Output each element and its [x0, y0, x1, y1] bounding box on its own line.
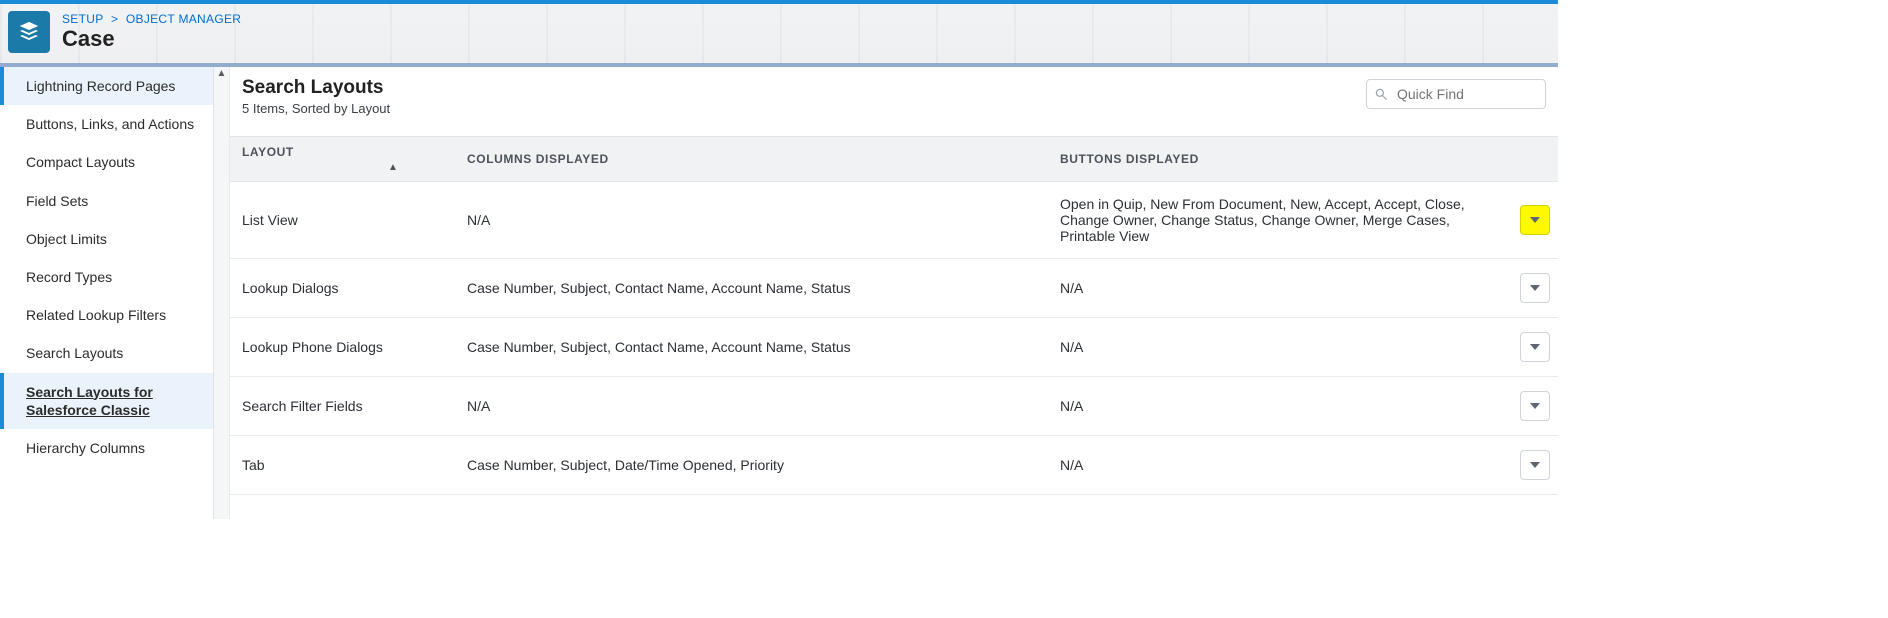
quick-find-input[interactable] — [1366, 79, 1546, 109]
row-actions-button[interactable] — [1520, 332, 1550, 362]
cell-columns: Case Number, Subject, Contact Name, Acco… — [455, 259, 1048, 318]
row-actions-button[interactable] — [1520, 205, 1550, 235]
quick-find — [1366, 79, 1546, 109]
col-header-menu — [1508, 137, 1558, 182]
table-row: Lookup DialogsCase Number, Subject, Cont… — [230, 259, 1558, 318]
cell-menu — [1508, 318, 1558, 377]
sidebar-scrollbar[interactable]: ▲ — [214, 67, 230, 519]
scroll-up-icon: ▲ — [214, 69, 229, 79]
sidebar-item[interactable]: Object Limits — [0, 220, 213, 258]
object-icon — [8, 11, 50, 53]
object-title: Case — [62, 26, 241, 52]
cell-buttons: N/A — [1048, 259, 1508, 318]
table-row: TabCase Number, Subject, Date/Time Opene… — [230, 436, 1558, 495]
sidebar-item-label: Object Limits — [26, 230, 107, 248]
cell-buttons: Open in Quip, New From Document, New, Ac… — [1048, 182, 1508, 259]
search-icon — [1374, 87, 1388, 101]
sidebar-item[interactable]: Compact Layouts — [0, 143, 213, 181]
sidebar-item[interactable]: Related Lookup Filters — [0, 296, 213, 334]
cell-buttons: N/A — [1048, 436, 1508, 495]
table-row: List ViewN/AOpen in Quip, New From Docum… — [230, 182, 1558, 259]
cell-columns: Case Number, Subject, Date/Time Opened, … — [455, 436, 1048, 495]
cell-columns: N/A — [455, 182, 1048, 259]
cell-menu — [1508, 259, 1558, 318]
breadcrumb-separator: > — [107, 12, 122, 26]
chevron-down-icon — [1530, 403, 1540, 409]
sidebar-item-label: Search Layouts — [26, 344, 123, 362]
col-header-buttons[interactable]: BUTTONS DISPLAYED — [1048, 137, 1508, 182]
sidebar-item[interactable]: Record Types — [0, 258, 213, 296]
breadcrumb-setup[interactable]: SETUP — [62, 12, 103, 26]
sidebar-item-label: Record Types — [26, 268, 112, 286]
cell-layout: List View — [230, 182, 455, 259]
row-actions-button[interactable] — [1520, 273, 1550, 303]
sidebar-item-label: Buttons, Links, and Actions — [26, 115, 194, 133]
sort-asc-icon: ▲ — [388, 162, 399, 173]
cell-buttons: N/A — [1048, 377, 1508, 436]
sidebar-item-label: Related Lookup Filters — [26, 306, 166, 324]
main-panel: Search Layouts 5 Items, Sorted by Layout — [230, 67, 1558, 519]
col-header-layout-label: LAYOUT — [242, 145, 294, 159]
breadcrumb: SETUP > OBJECT MANAGER — [62, 12, 241, 26]
cell-columns: N/A — [455, 377, 1048, 436]
page-title: Search Layouts — [242, 77, 390, 99]
sidebar-item-label: Field Sets — [26, 192, 88, 210]
cell-columns: Case Number, Subject, Contact Name, Acco… — [455, 318, 1048, 377]
cell-layout: Lookup Dialogs — [230, 259, 455, 318]
sidebar-item[interactable]: Buttons, Links, and Actions — [0, 105, 213, 143]
cell-menu — [1508, 436, 1558, 495]
breadcrumb-object-manager[interactable]: OBJECT MANAGER — [126, 12, 241, 26]
chevron-down-icon — [1530, 285, 1540, 291]
col-header-columns[interactable]: COLUMNS DISPLAYED — [455, 137, 1048, 182]
sidebar-item-label: Lightning Record Pages — [26, 77, 175, 95]
table-row: Lookup Phone DialogsCase Number, Subject… — [230, 318, 1558, 377]
cell-menu — [1508, 377, 1558, 436]
sidebar-item-label: Hierarchy Columns — [26, 439, 145, 457]
sidebar-item-label: Compact Layouts — [26, 153, 135, 171]
sidebar-item-label: Search Layouts for Salesforce Classic — [26, 383, 199, 419]
sidebar-item[interactable]: Search Layouts — [0, 334, 213, 372]
cell-buttons: N/A — [1048, 318, 1508, 377]
sidebar-item[interactable]: Lightning Record Pages — [0, 67, 213, 105]
sidebar-item[interactable]: Hierarchy Columns — [0, 429, 213, 467]
cell-layout: Lookup Phone Dialogs — [230, 318, 455, 377]
chevron-down-icon — [1530, 217, 1540, 223]
sidebar-item[interactable]: Search Layouts for Salesforce Classic — [0, 373, 213, 429]
table-row: Search Filter FieldsN/AN/A — [230, 377, 1558, 436]
row-actions-button[interactable] — [1520, 391, 1550, 421]
cell-layout: Search Filter Fields — [230, 377, 455, 436]
chevron-down-icon — [1530, 462, 1540, 468]
row-actions-button[interactable] — [1520, 450, 1550, 480]
col-header-columns-label: COLUMNS DISPLAYED — [467, 152, 609, 166]
chevron-down-icon — [1530, 344, 1540, 350]
cell-menu — [1508, 182, 1558, 259]
page-subtitle: 5 Items, Sorted by Layout — [242, 101, 390, 116]
sidebar: Lightning Record Pages Buttons, Links, an… — [0, 67, 214, 519]
page-header: SETUP > OBJECT MANAGER Case — [0, 0, 1558, 67]
sidebar-item[interactable]: Field Sets — [0, 182, 213, 220]
col-header-layout[interactable]: LAYOUT ▲ — [230, 137, 455, 182]
col-header-buttons-label: BUTTONS DISPLAYED — [1060, 152, 1199, 166]
cell-layout: Tab — [230, 436, 455, 495]
layouts-table: LAYOUT ▲ COLUMNS DISPLAYED BUTTONS DISPL… — [230, 136, 1558, 495]
